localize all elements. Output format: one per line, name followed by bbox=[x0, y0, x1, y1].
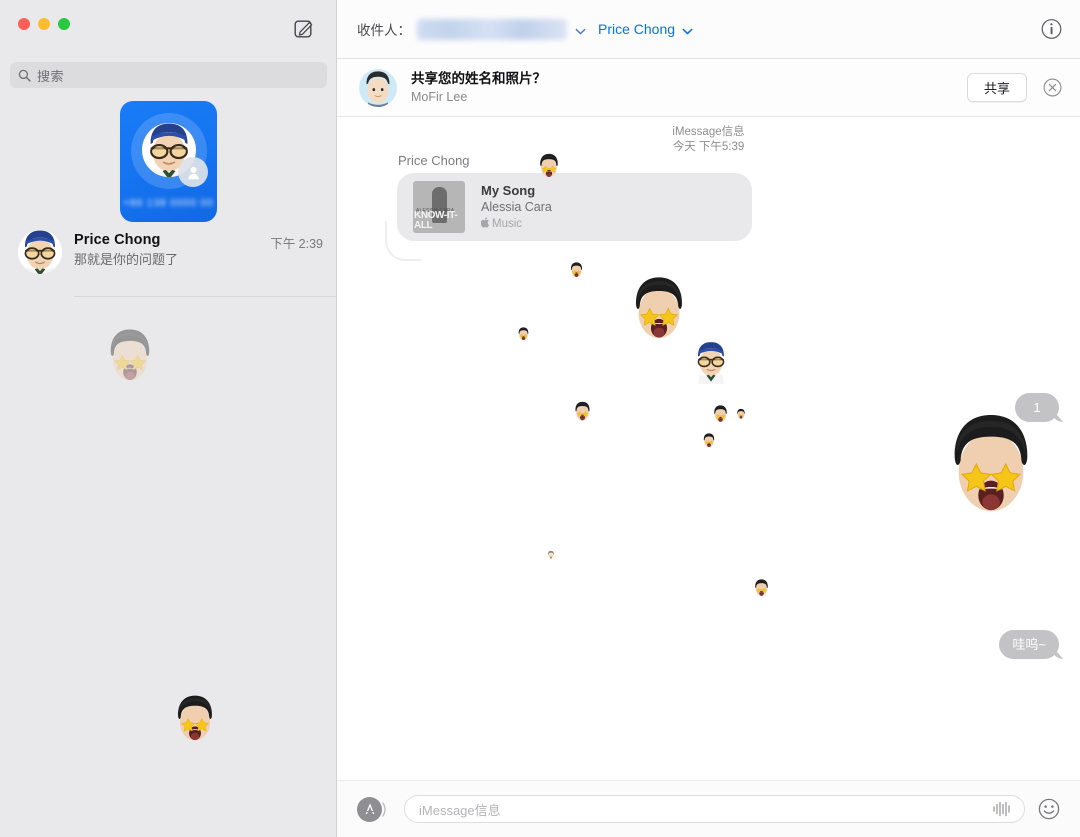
outgoing-message-bubble[interactable]: 哇呜~ bbox=[999, 630, 1059, 659]
emoji-smiley-icon[interactable] bbox=[1038, 798, 1060, 820]
memoji-sticker bbox=[942, 407, 1040, 528]
search-placeholder: 搜索 bbox=[37, 68, 65, 84]
bubble-tail bbox=[385, 221, 421, 261]
song-source: Music bbox=[480, 216, 552, 232]
share-button[interactable]: 共享 bbox=[966, 73, 1027, 102]
list-item[interactable]: Price Chong 那就是你的问题了 下午 2:39 bbox=[0, 228, 337, 290]
compose-icon[interactable] bbox=[294, 18, 314, 38]
memoji-sticker bbox=[547, 547, 555, 565]
memoji-sticker bbox=[172, 692, 218, 746]
avatar bbox=[18, 230, 62, 274]
conversation-snippet: 那就是你的问题了 bbox=[74, 252, 179, 267]
conversation-pane: 收件人： Price Chong 共享您的姓名和照片？ MoFir Lee 共享… bbox=[337, 0, 1080, 837]
app-store-icon[interactable] bbox=[357, 796, 386, 822]
memoji-sticker bbox=[573, 400, 592, 428]
message-service-meta: iMessage信息 今天 下午5:39 bbox=[337, 125, 1080, 155]
music-message-bubble[interactable]: ALESSIA CARA KNOW-IT-ALL My Song Alessia… bbox=[397, 173, 752, 241]
contact-share-tile[interactable]: +86 138 0000 00 bbox=[120, 101, 217, 222]
search-input[interactable]: 搜索 bbox=[10, 62, 327, 88]
avatar bbox=[692, 339, 730, 383]
tile-phone-number: +86 138 0000 00 bbox=[123, 198, 214, 209]
memoji-sticker bbox=[712, 404, 729, 429]
message-canvas: iMessage信息 今天 下午5:39 Price Chong ALESSIA… bbox=[337, 117, 1080, 837]
apps-expand-arc bbox=[382, 801, 389, 817]
memoji-sticker bbox=[517, 326, 530, 347]
minimize-window-button[interactable] bbox=[38, 18, 50, 30]
memoji-sticker bbox=[104, 325, 156, 387]
banner-text: 共享您的姓名和照片？ MoFir Lee bbox=[411, 70, 967, 105]
list-divider bbox=[74, 296, 336, 297]
memoji-sticker bbox=[753, 578, 770, 603]
sidebar: 搜索 +86 138 0000 00 Price Chong 那就是你的问题了 … bbox=[0, 0, 337, 837]
conversation-toolbar: 收件人： Price Chong bbox=[337, 0, 1080, 59]
banner-title: 共享您的姓名和照片？ bbox=[411, 71, 546, 86]
memoji-sticker bbox=[628, 272, 690, 351]
chevron-down-icon[interactable] bbox=[682, 24, 693, 35]
memoji-sticker bbox=[736, 407, 746, 425]
messages-window: 搜索 +86 138 0000 00 Price Chong 那就是你的问题了 … bbox=[0, 0, 1080, 837]
artwork-album-line: KNOW-IT-ALL bbox=[414, 210, 458, 231]
conversation-time: 下午 2:39 bbox=[270, 237, 323, 251]
close-window-button[interactable] bbox=[18, 18, 30, 30]
search-icon bbox=[18, 69, 31, 82]
person-icon bbox=[178, 157, 208, 187]
song-artist: Alessia Cara bbox=[481, 199, 552, 214]
recipient-name[interactable]: Price Chong bbox=[598, 21, 675, 37]
audio-waveform-icon[interactable] bbox=[992, 801, 1012, 817]
avatar bbox=[359, 68, 397, 107]
conversation-text: Price Chong 那就是你的问题了 bbox=[74, 228, 270, 269]
close-circle-icon[interactable] bbox=[1043, 78, 1062, 97]
banner-subtitle: MoFir Lee bbox=[411, 90, 468, 104]
recipient-redacted-token[interactable] bbox=[417, 18, 567, 40]
recipient-label: 收件人： bbox=[357, 23, 411, 38]
conversation-name: Price Chong bbox=[74, 232, 161, 248]
share-name-banner: 共享您的姓名和照片？ MoFir Lee 共享 bbox=[337, 59, 1080, 117]
message-sender-name: Price Chong bbox=[398, 153, 470, 168]
outgoing-message-bubble[interactable]: 1 bbox=[1015, 393, 1059, 422]
composer-bar: iMessage信息 bbox=[337, 780, 1080, 837]
chevron-down-icon[interactable] bbox=[575, 24, 586, 35]
info-icon[interactable] bbox=[1041, 19, 1062, 40]
message-service: iMessage信息 bbox=[672, 126, 745, 138]
memoji-sticker bbox=[702, 432, 716, 454]
zoom-window-button[interactable] bbox=[58, 18, 70, 30]
message-input[interactable]: iMessage信息 bbox=[404, 795, 1025, 823]
window-traffic-lights bbox=[18, 18, 70, 30]
song-source-label: Music bbox=[492, 217, 523, 230]
song-metadata: My Song Alessia Cara Music bbox=[480, 182, 552, 232]
memoji-sticker bbox=[569, 261, 584, 284]
apple-logo-icon bbox=[480, 216, 490, 231]
song-title: My Song bbox=[481, 182, 536, 198]
message-input-placeholder: iMessage信息 bbox=[419, 802, 501, 818]
